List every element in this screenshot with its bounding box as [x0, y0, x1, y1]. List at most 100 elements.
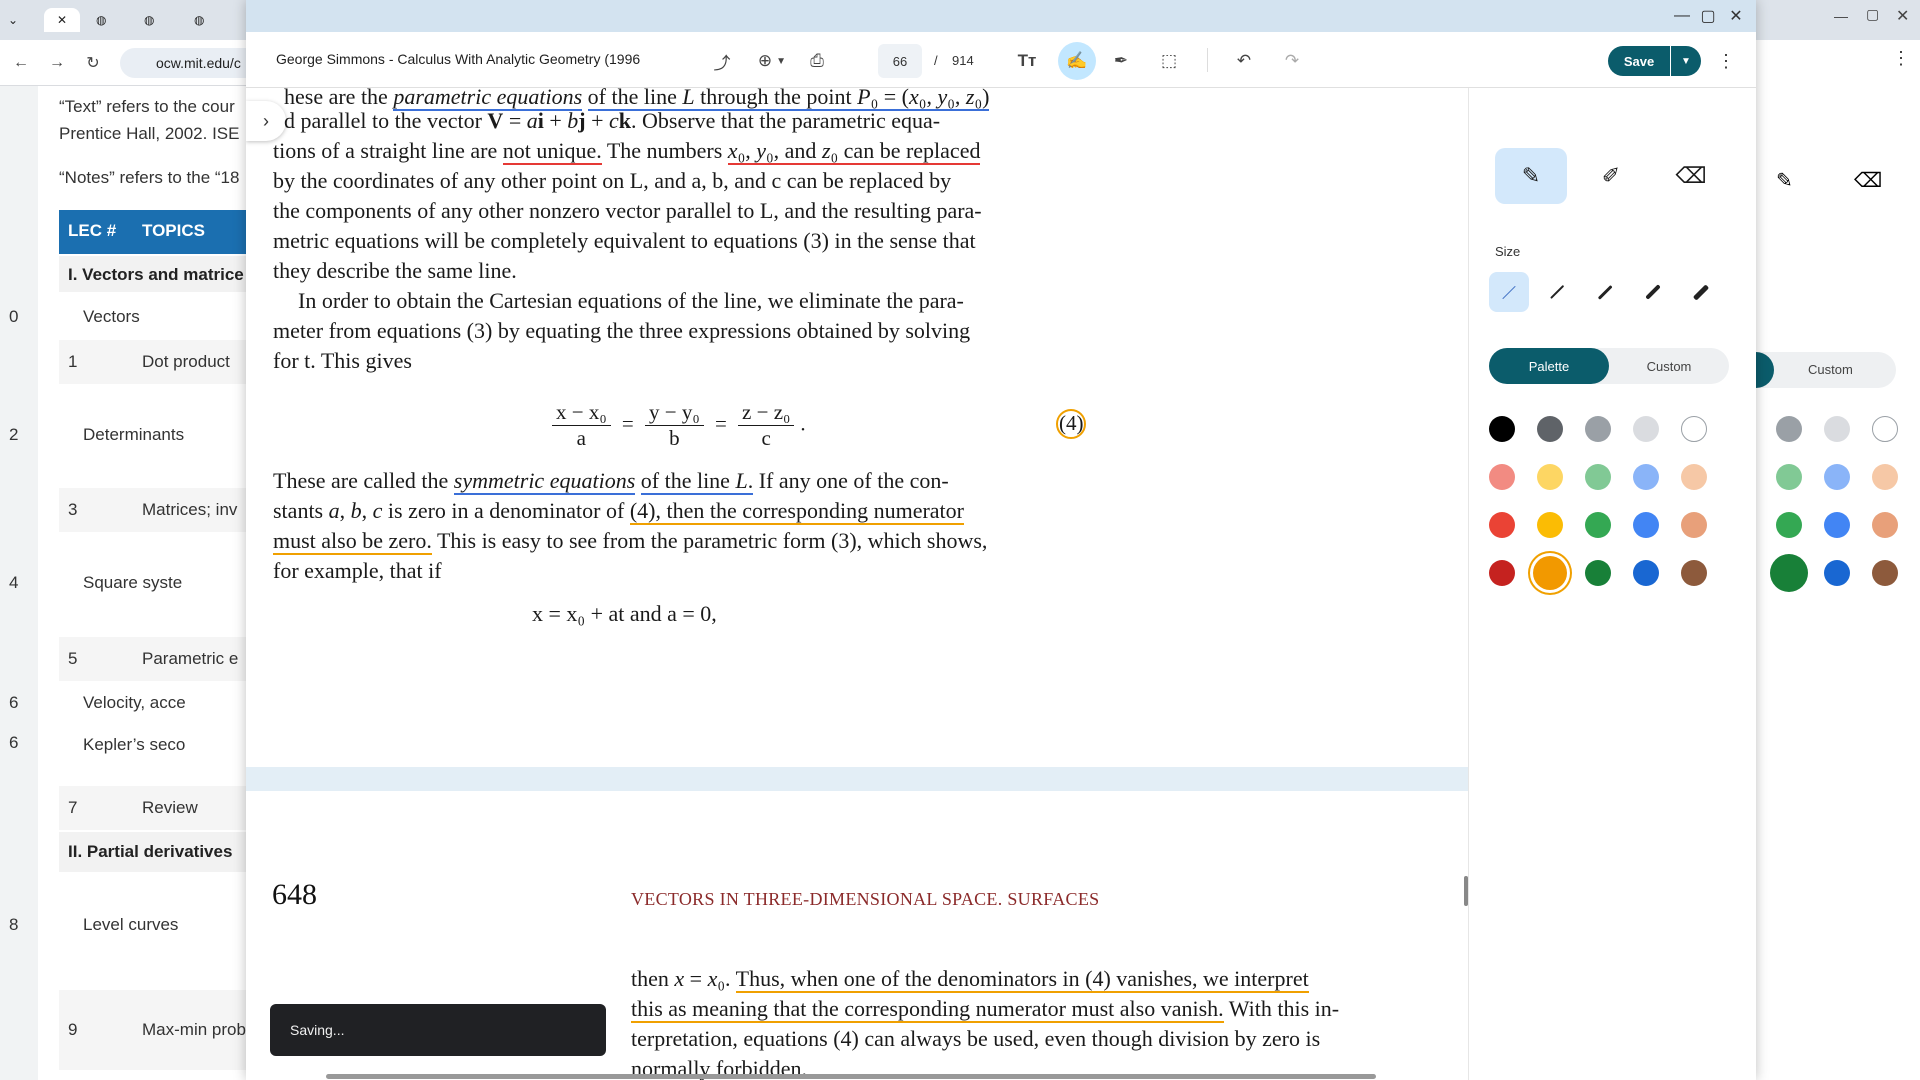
redo-icon[interactable]: ↷ [1276, 45, 1308, 77]
color-swatch[interactable] [1585, 560, 1611, 586]
pdf-viewer-window: — ▢ ✕ George Simmons - Calculus With Ana… [246, 0, 1756, 1080]
maximize-icon[interactable]: ▢ [1694, 4, 1722, 28]
color-swatch[interactable] [1489, 560, 1515, 586]
color-swatch[interactable] [1824, 560, 1850, 586]
custom-tab[interactable]: Custom [1609, 348, 1729, 384]
close-icon[interactable]: ✕ [1722, 4, 1750, 28]
color-swatch[interactable] [1872, 560, 1898, 586]
color-swatch[interactable] [1537, 464, 1563, 490]
symmetric-equation: x − x₀ a = y − y₀ b = z − z₀ c. [546, 400, 806, 451]
color-swatch[interactable] [1681, 560, 1707, 586]
more-icon[interactable]: ⋮ [1716, 46, 1736, 76]
size-option[interactable] [1489, 272, 1529, 312]
eraser-icon[interactable]: ⌫ [1854, 168, 1882, 193]
bg-section-row: II. Partial derivatives [59, 832, 259, 872]
document-title: George Simmons - Calculus With Analytic … [276, 51, 641, 67]
color-swatch[interactable] [1489, 416, 1515, 442]
tab-search-button[interactable]: ⌄ [8, 8, 18, 32]
color-swatch[interactable] [1633, 416, 1659, 442]
color-swatch[interactable] [1585, 512, 1611, 538]
chevron-right-icon: › [263, 110, 269, 131]
pen-tool-button[interactable]: ✎ [1495, 148, 1567, 204]
ocw-favicon-icon: ◍ [144, 13, 155, 27]
color-swatch[interactable] [1633, 464, 1659, 490]
size-option[interactable] [1585, 272, 1625, 312]
text-line: the components of any other nonzero vect… [273, 198, 982, 223]
color-swatch[interactable] [1585, 464, 1611, 490]
color-swatch[interactable] [1489, 512, 1515, 538]
draw-icon[interactable]: ✍ [1058, 42, 1096, 80]
close-icon[interactable]: ✕ [57, 13, 67, 27]
size-option[interactable] [1681, 272, 1721, 312]
minimize-icon[interactable]: — [1668, 4, 1696, 28]
highlighter-tool-button[interactable]: ✐ [1575, 148, 1647, 204]
background-tab-3[interactable]: ◍ [144, 8, 154, 32]
minimize-icon[interactable]: — [1834, 8, 1848, 24]
custom-tab-bg[interactable]: Custom [1756, 352, 1896, 388]
select-icon[interactable]: ⬚ [1153, 45, 1185, 77]
bg-header-num: LEC # [68, 221, 117, 240]
color-swatch[interactable] [1537, 512, 1563, 538]
fraction: x − x₀ a [552, 400, 611, 451]
color-swatch[interactable] [1824, 464, 1850, 490]
table-row: 5 Parametric e [59, 637, 259, 681]
color-swatch[interactable] [1681, 416, 1707, 442]
color-swatch[interactable] [1633, 560, 1659, 586]
share-icon[interactable]: ⤴ [706, 45, 738, 77]
highlighter-icon[interactable]: ✎ [1776, 168, 1793, 193]
background-tab-4[interactable]: ◍ [194, 8, 204, 32]
color-swatch[interactable] [1489, 464, 1515, 490]
size-option[interactable] [1537, 272, 1577, 312]
color-swatch[interactable] [1533, 556, 1567, 590]
bg-text-line: Prentice Hall, 2002. ISE [59, 124, 240, 143]
page-number-input[interactable]: 66 [878, 44, 922, 78]
text-line: These are called the symmetric equations… [273, 468, 949, 495]
color-swatch[interactable] [1585, 416, 1611, 442]
size-option[interactable] [1633, 272, 1673, 312]
chevron-down-icon: ▼ [1681, 55, 1691, 67]
maximize-icon[interactable]: ▢ [1866, 6, 1879, 23]
bg-header-topics: TOPICS [142, 221, 205, 240]
palette-tab[interactable]: Palette [1489, 348, 1609, 384]
color-swatch[interactable] [1633, 512, 1659, 538]
color-swatch[interactable] [1776, 464, 1802, 490]
color-swatch[interactable] [1776, 416, 1802, 442]
close-icon[interactable]: ✕ [1896, 6, 1909, 26]
annotation-panel: ✎ ✐ ⌫ Size Palette Custom [1468, 88, 1756, 1080]
more-icon[interactable]: ⋮ [1892, 48, 1910, 69]
sidebar-toggle-button[interactable]: › [246, 101, 286, 141]
document-area[interactable]: › hese are the parametric equations of t… [246, 88, 1468, 1080]
background-tab-2[interactable]: ◍ [96, 8, 106, 32]
forward-icon[interactable]: → [44, 50, 70, 76]
save-button[interactable]: Save [1608, 46, 1670, 76]
color-swatch[interactable] [1681, 512, 1707, 538]
color-swatch[interactable] [1824, 512, 1850, 538]
color-swatch[interactable] [1872, 416, 1898, 442]
color-swatch[interactable] [1537, 416, 1563, 442]
text-icon[interactable]: Tт [1011, 45, 1043, 77]
color-swatch[interactable] [1872, 512, 1898, 538]
fraction: y − y₀ b [645, 400, 704, 451]
saving-toast: Saving... [270, 1004, 606, 1056]
signature-icon[interactable]: ✒ [1105, 45, 1137, 77]
save-dropdown-button[interactable]: ▼ [1671, 46, 1701, 76]
text-line: for t. This gives [273, 348, 412, 373]
background-page-margin [0, 86, 38, 1080]
bg-text-line: “Notes” refers to the “18 [59, 168, 240, 187]
zoom-button[interactable]: ⊕ ▼ [750, 45, 794, 77]
background-window-right: — ▢ ✕ ⋮ ✎ ⌫ Custom [1756, 0, 1920, 1080]
color-swatch[interactable] [1681, 464, 1707, 490]
background-tab-active[interactable]: ✕ [44, 8, 80, 32]
color-swatch[interactable] [1770, 554, 1808, 592]
back-icon[interactable]: ← [8, 50, 34, 76]
horizontal-scrollbar[interactable] [326, 1074, 1376, 1079]
print-icon[interactable]: ⎙ [801, 45, 833, 77]
reload-icon[interactable]: ↻ [80, 50, 106, 76]
color-swatch[interactable] [1824, 416, 1850, 442]
ocw-favicon-icon: ◍ [96, 13, 107, 27]
eraser-tool-button[interactable]: ⌫ [1655, 148, 1727, 204]
color-swatch[interactable] [1776, 512, 1802, 538]
address-bar[interactable]: ocw.mit.edu/c [120, 48, 260, 78]
color-swatch[interactable] [1872, 464, 1898, 490]
undo-icon[interactable]: ↶ [1228, 45, 1260, 77]
